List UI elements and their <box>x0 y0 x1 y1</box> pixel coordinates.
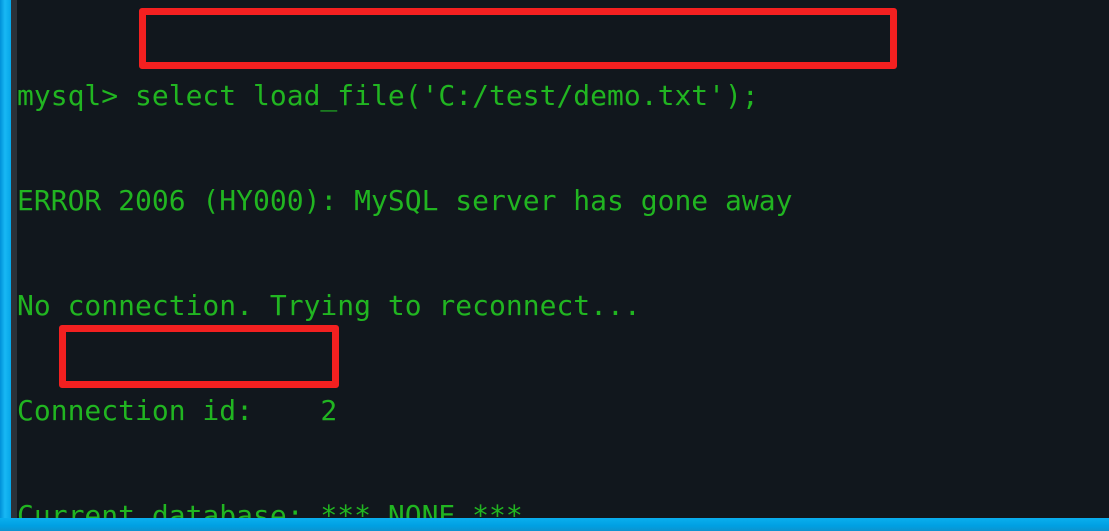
window-left-border <box>0 0 11 531</box>
terminal-line-connection-id: Connection id: 2 <box>17 394 338 427</box>
terminal-screen: mysql> select load_file('C:/test/demo.tx… <box>17 8 792 518</box>
terminal-line-command: mysql> select load_file('C:/test/demo.tx… <box>17 79 759 112</box>
terminal-line-error: ERROR 2006 (HY000): MySQL server has gon… <box>17 184 793 217</box>
terminal-line-current-db: Current database: *** NONE *** <box>17 499 523 518</box>
terminal-line-reconnect: No connection. Trying to reconnect... <box>17 289 641 322</box>
window-bottom-border <box>0 518 1109 531</box>
terminal-window: mysql> select load_file('C:/test/demo.tx… <box>0 0 1109 531</box>
terminal-output-area[interactable]: mysql> select load_file('C:/test/demo.tx… <box>17 0 1109 518</box>
